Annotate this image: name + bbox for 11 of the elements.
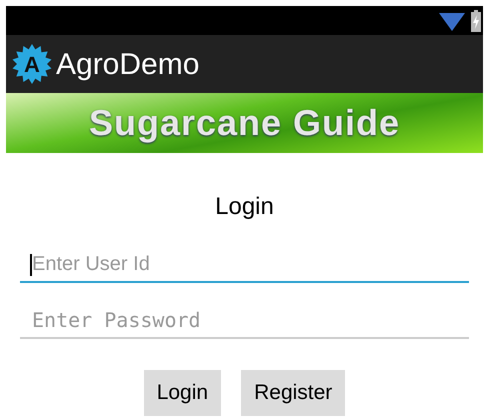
login-button[interactable]: Login [144,370,222,416]
battery-icon [471,10,481,32]
user-id-field[interactable]: Enter User Id [20,247,469,283]
app-title: AgroDemo [56,46,200,82]
password-field[interactable]: Enter Password [20,303,469,339]
banner: Sugarcane Guide [6,93,483,153]
signal-icon [439,10,465,30]
register-button[interactable]: Register [241,370,346,416]
form-title: Login [215,192,274,222]
text-cursor [30,254,32,276]
app-logo: A [12,44,52,84]
